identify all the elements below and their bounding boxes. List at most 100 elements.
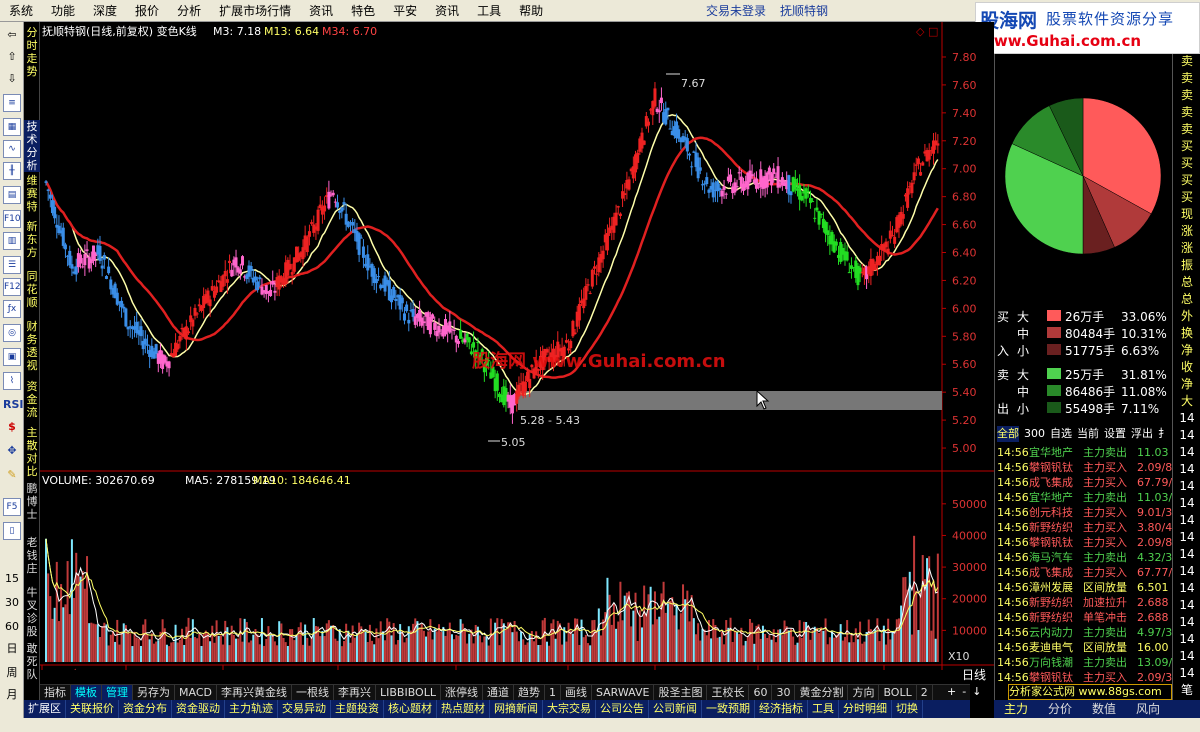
- tab-capital-flow[interactable]: 资金流: [24, 380, 40, 419]
- tape-row[interactable]: 14:56 麦迪电气 区间放量 16.00: [995, 640, 1173, 655]
- tape-row[interactable]: 14:56 漳州发展 区间放量 6.501: [995, 580, 1173, 595]
- tab-values[interactable]: 数值: [1082, 700, 1126, 718]
- tape-row[interactable]: 14:56 攀钢钒钛 主力买入 2.09/3: [995, 670, 1173, 685]
- extension-tab[interactable]: 一致预期: [702, 700, 755, 718]
- tape-row[interactable]: 14:56 攀钢钒钛 主力买入 2.09/8: [995, 535, 1173, 550]
- f10-icon[interactable]: F10: [3, 210, 21, 228]
- ad-banner[interactable]: 分析家公式网 www.88gs.com: [1008, 684, 1172, 700]
- tape-tab-current[interactable]: 当前: [1077, 426, 1099, 442]
- indicator-tab[interactable]: 趋势: [514, 685, 545, 700]
- indicator-tab[interactable]: MACD: [175, 685, 217, 700]
- indicator-tab[interactable]: 指标: [40, 685, 71, 700]
- tape-row[interactable]: 14:56 创元科技 主力买入 9.01/3: [995, 505, 1173, 520]
- tape-row[interactable]: 14:56 万向钱潮 主力卖出 13.09/: [995, 655, 1173, 670]
- kline-icon[interactable]: ╫: [3, 162, 21, 180]
- extension-tab[interactable]: 扩展区: [24, 700, 66, 718]
- money-icon[interactable]: $: [3, 418, 21, 436]
- circle-icon[interactable]: ◎: [3, 324, 21, 342]
- rsi-icon[interactable]: RSI: [3, 396, 24, 414]
- tape-tab-watchlist[interactable]: 自选: [1050, 426, 1072, 442]
- menu-item-depth[interactable]: 深度: [84, 0, 126, 22]
- window-icon[interactable]: ▣: [3, 348, 21, 366]
- period-day[interactable]: 日: [3, 640, 21, 658]
- indicator-tab[interactable]: SARWAVE: [592, 685, 655, 700]
- tab-timeshare[interactable]: 分时走势: [24, 26, 40, 78]
- tab-weisaite[interactable]: 维赛特: [24, 174, 40, 213]
- down-arrow-icon[interactable]: ⇩: [3, 70, 21, 88]
- f12-icon[interactable]: F12: [3, 278, 21, 296]
- tab-gansidui[interactable]: 敢死队: [24, 642, 40, 681]
- extension-tab[interactable]: 网摘新闻: [490, 700, 543, 718]
- tab-price-distribution[interactable]: 分价: [1038, 700, 1082, 718]
- tab-xindongfang[interactable]: 新东方: [24, 220, 40, 259]
- indicator-icon[interactable]: ⌇: [3, 372, 21, 390]
- menu-item-analysis[interactable]: 分析: [168, 0, 210, 22]
- tape-tab-300[interactable]: 300: [1024, 426, 1045, 442]
- period-month[interactable]: 月: [3, 686, 21, 704]
- tab-wind-vane[interactable]: 风向: [1126, 700, 1170, 718]
- period-label[interactable]: 日线: [954, 667, 994, 683]
- indicator-tab[interactable]: 管理: [102, 685, 133, 700]
- tape-row[interactable]: 14:56 成飞集成 主力买入 67.79/: [995, 475, 1173, 490]
- tab-technical[interactable]: 技术分析: [24, 120, 40, 172]
- menu-item-quote[interactable]: 报价: [126, 0, 168, 22]
- up-arrow-icon[interactable]: ⇧: [3, 48, 21, 66]
- tab-niucha[interactable]: 牛叉诊股: [24, 586, 40, 638]
- period-15[interactable]: 15: [3, 570, 21, 588]
- tape-row[interactable]: 14:56 新野纺织 主力买入 3.80/4: [995, 520, 1173, 535]
- trend-chart-icon[interactable]: ∿: [3, 140, 21, 158]
- indicator-tab[interactable]: 一根线: [292, 685, 334, 700]
- news-icon[interactable]: ☰: [3, 256, 21, 274]
- extension-tab[interactable]: 资金分布: [119, 700, 172, 718]
- tab-pengboshi[interactable]: 鹏博士: [24, 482, 40, 521]
- tape-row[interactable]: 14:56 海马汽车 主力卖出 4.32/3: [995, 550, 1173, 565]
- extension-tab[interactable]: 资金驱动: [172, 700, 225, 718]
- extension-tab[interactable]: 主力轨迹: [225, 700, 278, 718]
- indicator-tab[interactable]: 通道: [483, 685, 514, 700]
- indicator-tab[interactable]: 模板: [71, 685, 102, 700]
- menu-item-function[interactable]: 功能: [42, 0, 84, 22]
- period-60[interactable]: 60: [3, 618, 21, 636]
- tape-tab-more[interactable]: 扌: [1158, 426, 1169, 442]
- tab-tonghuashun[interactable]: 同花顺: [24, 270, 40, 309]
- extension-tab[interactable]: 经济指标: [755, 700, 808, 718]
- list-icon[interactable]: ≡: [3, 94, 21, 112]
- extension-tab[interactable]: 关联报价: [66, 700, 119, 718]
- menu-item-feature[interactable]: 特色: [342, 0, 384, 22]
- tape-tab-float[interactable]: 浮出: [1131, 426, 1153, 442]
- doc-icon[interactable]: ▥: [3, 232, 21, 250]
- tape-row[interactable]: 14:56 新野纺织 单笔冲击 2.688: [995, 610, 1173, 625]
- zoom-in-button[interactable]: +: [944, 684, 959, 700]
- menu-item-news1[interactable]: 资讯: [300, 0, 342, 22]
- extension-tab[interactable]: 切换: [892, 700, 923, 718]
- tape-row[interactable]: 14:56 新野纺织 加速拉升 2.688: [995, 595, 1173, 610]
- indicator-tab[interactable]: 股圣主图: [654, 685, 708, 700]
- pencil-icon[interactable]: ✎: [3, 466, 21, 484]
- layout-icon[interactable]: ▯: [3, 522, 21, 540]
- tape-tab-settings[interactable]: 设置: [1104, 426, 1126, 442]
- extension-tab[interactable]: 公司公告: [596, 700, 649, 718]
- f5-icon[interactable]: F5: [3, 498, 21, 516]
- indicator-tab[interactable]: 涨停线: [441, 685, 483, 700]
- tab-main-force[interactable]: 主力: [994, 700, 1038, 718]
- menu-item-tools[interactable]: 工具: [468, 0, 510, 22]
- extension-tab[interactable]: 交易异动: [278, 700, 331, 718]
- menu-item-system[interactable]: 系统: [0, 0, 42, 22]
- indicator-tab[interactable]: 王校长: [707, 685, 750, 700]
- table-icon[interactable]: ▤: [3, 186, 21, 204]
- period-week[interactable]: 周: [3, 664, 21, 682]
- grid-icon[interactable]: ▦: [3, 118, 21, 136]
- kline-chart[interactable]: 7.80 7.60 7.40 7.20 7.00 6.80 6.60 6.40 6.20 6.00…: [40, 22, 994, 670]
- indicator-tab[interactable]: 方向: [848, 685, 880, 700]
- menu-item-ext-market[interactable]: 扩展市场行情: [210, 0, 300, 22]
- indicator-tab[interactable]: LIBBIBOLL: [376, 685, 441, 700]
- indicator-tab[interactable]: 李再兴: [334, 685, 376, 700]
- indicator-tab[interactable]: 另存为: [133, 685, 175, 700]
- extension-tab[interactable]: 主题投资: [331, 700, 384, 718]
- indicator-tab[interactable]: 1: [545, 685, 561, 700]
- menu-item-help[interactable]: 帮助: [510, 0, 552, 22]
- tape-tab-all[interactable]: 全部: [997, 426, 1019, 442]
- indicator-tab[interactable]: 60: [749, 685, 773, 700]
- zoom-out-button[interactable]: -: [959, 684, 969, 700]
- tape-row[interactable]: 14:56 云内动力 主力卖出 4.97/3: [995, 625, 1173, 640]
